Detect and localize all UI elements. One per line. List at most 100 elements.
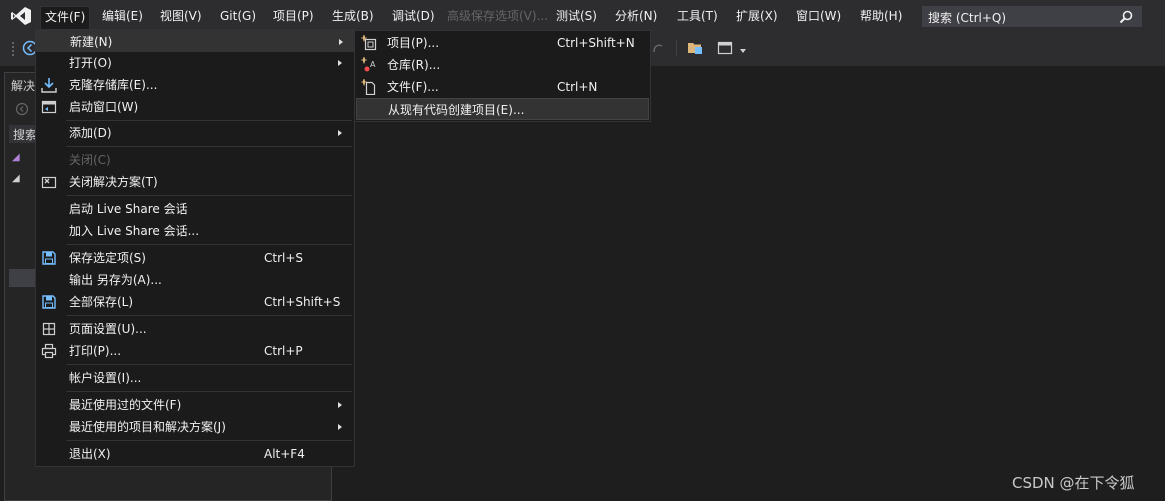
file-menu-save-all-shortcut: Ctrl+Shift+S — [264, 295, 341, 309]
file-menu-save-all[interactable]: 全部保存(L) Ctrl+Shift+S — [36, 291, 354, 313]
new-project-label: 项目(P)... — [387, 36, 440, 50]
submenu-arrow-icon — [338, 424, 342, 430]
menu-separator — [66, 364, 352, 365]
menu-build[interactable]: 生成(B) — [328, 7, 378, 27]
menu-separator — [66, 120, 352, 121]
new-repository-item[interactable]: A 仓库(R)... — [355, 54, 650, 76]
submenu-arrow-icon — [338, 60, 342, 66]
start-window-icon — [41, 100, 57, 114]
file-menu-page-setup-label: 页面设置(U)... — [69, 322, 147, 336]
collapse-icon[interactable]: ◢ — [12, 173, 20, 184]
save-all-icon — [42, 295, 56, 309]
menu-edit[interactable]: 编辑(E) — [98, 7, 147, 27]
file-menu-save-all-label: 全部保存(L) — [69, 295, 134, 309]
menu-window[interactable]: 窗口(W) — [792, 7, 845, 27]
menu-git[interactable]: Git(G) — [216, 7, 260, 27]
file-menu-exit-shortcut: Alt+F4 — [264, 447, 305, 461]
file-menu-start-window-label: 启动窗口(W) — [69, 100, 139, 114]
file-menu-recent-projects[interactable]: 最近使用的项目和解决方案(J) — [36, 416, 354, 438]
solution-explorer-search-label: 搜索 — [13, 128, 38, 142]
sol-back-icon[interactable] — [15, 102, 29, 116]
file-menu: 新建(N) 打开(O) 克隆存储库(E)... 启动窗口(W) 添加(D) 关闭… — [35, 29, 355, 467]
file-menu-clone-label: 克隆存储库(E)... — [69, 78, 158, 92]
new-file-label: 文件(F)... — [387, 80, 439, 94]
file-menu-print-label: 打印(P)... — [69, 344, 122, 358]
file-menu-start-live-share[interactable]: 启动 Live Share 会话 — [36, 198, 354, 220]
submenu-arrow-icon — [338, 130, 342, 136]
file-menu-close-solution-label: 关闭解决方案(T) — [69, 175, 158, 189]
menu-debug[interactable]: 调试(D) — [388, 7, 439, 27]
file-menu-recent-files[interactable]: 最近使用过的文件(F) — [36, 394, 354, 416]
expand-icon[interactable]: ◢ — [12, 152, 20, 163]
menu-view[interactable]: 视图(V) — [156, 7, 206, 27]
new-project-item[interactable]: 项目(P)... Ctrl+Shift+N — [355, 32, 650, 54]
file-menu-page-setup[interactable]: 页面设置(U)... — [36, 318, 354, 340]
file-menu-save-selected-label: 保存选定项(S) — [69, 251, 146, 265]
file-menu-save-output-as[interactable]: 输出 另存为(A)... — [36, 269, 354, 291]
visual-studio-logo-icon[interactable] — [10, 6, 32, 26]
file-menu-add-label: 添加(D) — [69, 126, 112, 140]
new-project-shortcut: Ctrl+Shift+N — [557, 36, 635, 50]
menu-analyze[interactable]: 分析(N) — [611, 7, 661, 27]
file-menu-recent-files-label: 最近使用过的文件(F) — [69, 398, 182, 412]
menu-separator — [66, 440, 352, 441]
file-menu-join-live-share[interactable]: 加入 Live Share 会话... — [36, 220, 354, 242]
file-menu-start-live-share-label: 启动 Live Share 会话 — [69, 202, 188, 216]
file-menu-save-selected[interactable]: 保存选定项(S) Ctrl+S — [36, 247, 354, 269]
menu-file[interactable]: 文件(F) — [40, 6, 91, 30]
file-menu-start-window[interactable]: 启动窗口(W) — [36, 96, 354, 118]
open-folder-icon[interactable] — [687, 40, 703, 56]
toolbar-grip[interactable] — [11, 41, 15, 57]
menu-separator — [66, 315, 352, 316]
file-menu-account-settings[interactable]: 帐户设置(I)... — [36, 367, 354, 389]
file-menu-open[interactable]: 打开(O) — [36, 52, 354, 74]
file-menu-open-label: 打开(O) — [69, 56, 112, 70]
close-solution-icon — [41, 176, 57, 189]
page-setup-icon — [42, 322, 56, 336]
menu-advanced-save[interactable]: 高级保存选项(V)... — [443, 7, 552, 27]
solution-explorer-title: 解决 — [11, 79, 36, 93]
menu-help[interactable]: 帮助(H) — [856, 7, 906, 27]
search-input[interactable]: 搜索 (Ctrl+Q) — [922, 6, 1142, 27]
search-placeholder: 搜索 (Ctrl+Q) — [928, 11, 1007, 25]
menu-separator — [66, 244, 352, 245]
file-menu-join-live-share-label: 加入 Live Share 会话... — [69, 224, 200, 238]
menu-bar: 文件(F) 编辑(E) 视图(V) Git(G) 项目(P) 生成(B) 调试(… — [0, 0, 1165, 32]
new-project-from-code-label: 从现有代码创建项目(E)... — [388, 103, 525, 117]
menu-separator — [66, 195, 352, 196]
file-menu-new[interactable]: 新建(N) — [36, 30, 354, 52]
menu-test[interactable]: 测试(S) — [552, 7, 601, 27]
file-menu-recent-projects-label: 最近使用的项目和解决方案(J) — [69, 420, 226, 434]
file-menu-close-solution[interactable]: 关闭解决方案(T) — [36, 171, 354, 193]
file-menu-add[interactable]: 添加(D) — [36, 122, 354, 144]
new-file-item[interactable]: 文件(F)... Ctrl+N — [355, 76, 650, 98]
submenu-arrow-icon — [338, 402, 342, 408]
toolbar-separator — [676, 40, 677, 56]
file-menu-new-label: 新建(N) — [70, 35, 113, 49]
file-menu-account-settings-label: 帐户设置(I)... — [69, 371, 142, 385]
new-submenu: 项目(P)... Ctrl+Shift+N A 仓库(R)... 文件(F)..… — [354, 30, 651, 122]
new-file-icon — [361, 79, 376, 95]
menu-extensions[interactable]: 扩展(X) — [732, 7, 782, 27]
menu-project[interactable]: 项目(P) — [269, 7, 318, 27]
chevron-down-icon[interactable] — [739, 48, 747, 54]
new-repository-label: 仓库(R)... — [387, 58, 441, 72]
window-layout-icon[interactable] — [717, 40, 733, 56]
file-menu-clone[interactable]: 克隆存储库(E)... — [36, 74, 354, 96]
file-menu-save-output-as-label: 输出 另存为(A)... — [69, 273, 162, 287]
file-menu-close-label: 关闭(C) — [69, 153, 111, 167]
print-icon — [41, 343, 57, 359]
file-menu-print-shortcut: Ctrl+P — [264, 344, 303, 358]
new-file-shortcut: Ctrl+N — [557, 80, 598, 94]
file-menu-exit[interactable]: 退出(X) Alt+F4 — [36, 443, 354, 465]
file-menu-close: 关闭(C) — [36, 149, 354, 171]
menu-tools[interactable]: 工具(T) — [673, 7, 722, 27]
download-icon — [41, 78, 57, 93]
file-menu-print[interactable]: 打印(P)... Ctrl+P — [36, 340, 354, 362]
menu-separator — [66, 391, 352, 392]
svg-text:A: A — [370, 60, 376, 69]
new-project-icon — [361, 35, 377, 51]
file-menu-save-selected-shortcut: Ctrl+S — [264, 251, 304, 265]
new-project-from-code-item[interactable]: 从现有代码创建项目(E)... — [356, 98, 649, 120]
redo-icon[interactable] — [652, 40, 664, 56]
